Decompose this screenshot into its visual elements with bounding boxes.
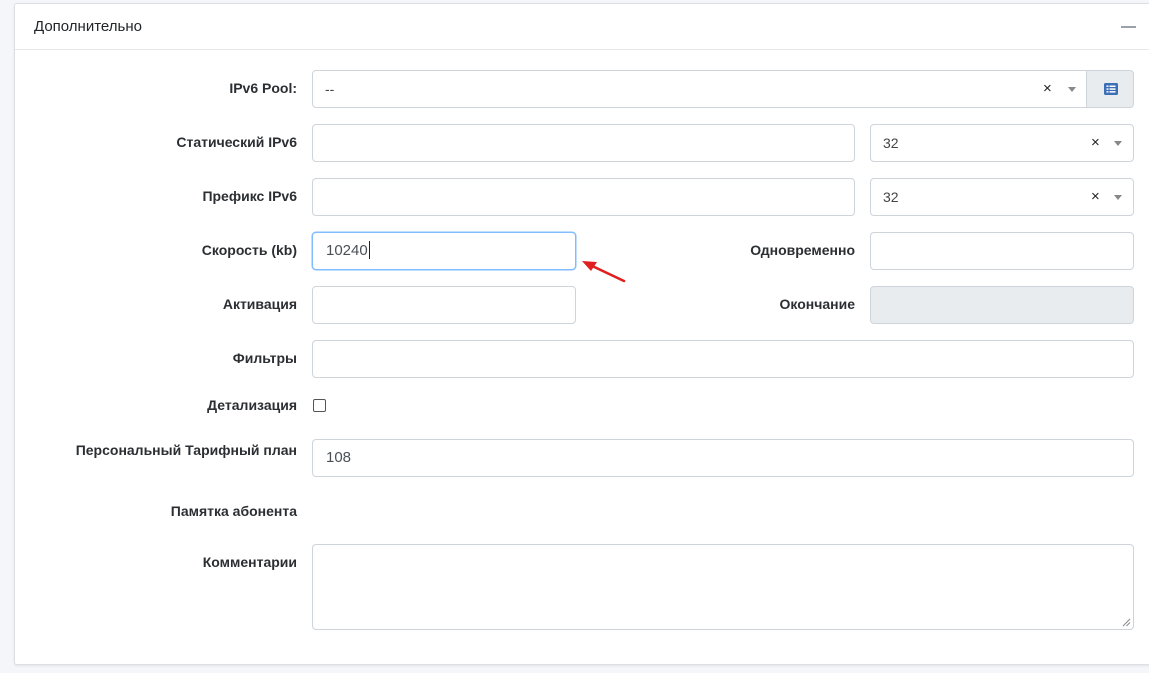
static-ipv6-prefix-select[interactable]: 32 × [870, 124, 1134, 162]
annotation-arrow-icon [582, 261, 626, 283]
text-cursor [368, 240, 370, 259]
clear-icon[interactable]: × [1091, 134, 1100, 151]
clear-icon[interactable]: × [1091, 188, 1100, 205]
static-ipv6-input[interactable] [312, 124, 855, 162]
ipv6-prefix-len-select[interactable]: 32 × [870, 178, 1134, 216]
simultaneous-label: Одновременно [750, 242, 855, 258]
personal-tariff-label: Персональный Тарифный план [75, 442, 297, 458]
clear-icon[interactable]: × [1043, 80, 1052, 97]
filters-label: Фильтры [232, 350, 297, 366]
detailing-checkbox[interactable] [313, 399, 326, 412]
ipv6-prefix-input[interactable] [312, 178, 855, 216]
comments-label: Комментарии [202, 554, 297, 570]
chevron-down-icon[interactable] [1114, 141, 1122, 146]
expiration-label: Окончание [779, 296, 855, 312]
ipv6-prefix-label: Префикс IPv6 [202, 188, 297, 204]
static-ipv6-label: Статический IPv6 [176, 134, 297, 150]
chevron-down-icon[interactable] [1068, 87, 1076, 92]
ipv6-pool-select[interactable]: -- × [312, 70, 1088, 108]
minus-icon [1121, 26, 1136, 28]
detailing-label: Детализация [207, 397, 297, 413]
speed-value: 10240 [326, 242, 368, 259]
ipv6-pool-label: IPv6 Pool: [229, 80, 297, 96]
activation-input[interactable] [312, 286, 576, 324]
simultaneous-input[interactable] [870, 232, 1134, 270]
ipv6-pool-value: -- [325, 81, 335, 97]
activation-label: Активация [222, 296, 297, 312]
speed-label: Скорость (kb) [201, 242, 297, 258]
panel-header: Дополнительно [15, 4, 1149, 50]
static-ipv6-prefix-value: 32 [883, 135, 899, 151]
collapse-button[interactable] [1121, 26, 1136, 30]
comments-textarea[interactable] [312, 544, 1134, 630]
ipv6-pool-list-button[interactable] [1086, 70, 1134, 108]
ipv6-prefix-len-value: 32 [883, 189, 899, 205]
panel-title: Дополнительно [34, 18, 142, 35]
list-icon [1104, 83, 1118, 95]
filters-input[interactable] [312, 340, 1134, 378]
chevron-down-icon[interactable] [1114, 195, 1122, 200]
expiration-input [870, 286, 1134, 324]
speed-input[interactable]: 10240 [312, 232, 576, 270]
subscriber-memo-label: Памятка абонента [170, 503, 297, 519]
personal-tariff-input[interactable]: 108 [312, 439, 1134, 477]
resize-grip-icon[interactable] [1122, 618, 1131, 627]
